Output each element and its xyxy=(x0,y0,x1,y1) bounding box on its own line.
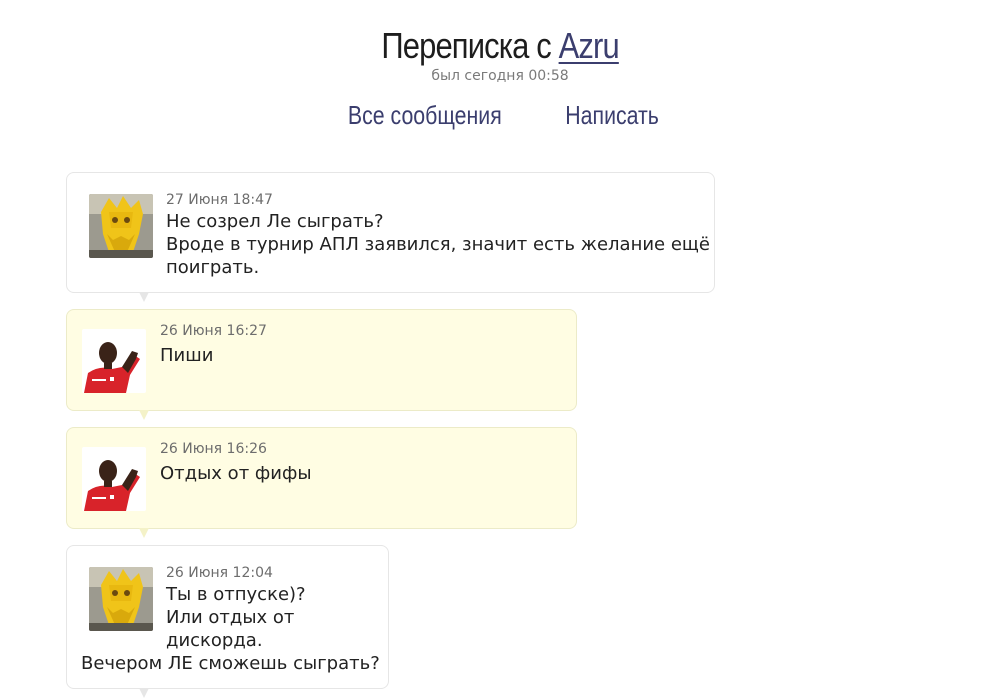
conversation-header: Переписка с Azru был сегодня 00:58 xyxy=(0,22,1000,84)
conversation-nav: Все сообщения Написать xyxy=(0,100,1000,131)
user-avatar[interactable] xyxy=(82,329,146,393)
user-avatar[interactable] xyxy=(82,447,146,511)
last-seen-status: был сегодня 00:58 xyxy=(431,68,569,84)
all-messages-link[interactable]: Все сообщения xyxy=(347,100,501,131)
user-avatar[interactable] xyxy=(89,194,153,258)
message-text: Не созрел Ле сыграть? Вроде в турнир АПЛ… xyxy=(166,210,710,279)
message-text: Вечером ЛЕ сможешь сыграть? xyxy=(81,652,380,675)
message-line: Вечером ЛЕ сможешь сыграть? xyxy=(81,653,380,674)
message-item: 26 Июня 16:26 Отдых от фифы xyxy=(66,427,577,538)
message-line: Не созрел Ле сыграть? xyxy=(166,211,384,232)
footballer-avatar-icon xyxy=(82,447,146,511)
message-date: 26 Июня 16:26 xyxy=(160,441,267,457)
message-item: 27 Июня 18:47 Не созрел Ле сыграть? Врод… xyxy=(66,172,715,302)
message-line: Пиши xyxy=(160,345,214,366)
message-line: Отдых от фифы xyxy=(160,463,312,484)
yellow-mask-avatar-icon xyxy=(89,567,153,631)
message-text: Ты в отпуске)? Или отдых от дискорда. xyxy=(166,583,306,652)
message-text: Отдых от фифы xyxy=(160,462,312,485)
message-item: 26 Июня 12:04 Ты в отпуске)? Или отдых о… xyxy=(66,545,389,698)
user-profile-link[interactable]: Azru xyxy=(559,25,620,66)
message-item: 26 Июня 16:27 Пиши xyxy=(66,309,577,420)
message-text: Пиши xyxy=(160,344,213,367)
user-avatar[interactable] xyxy=(89,567,153,631)
message-line: поиграть. xyxy=(166,257,260,278)
message-date: 27 Июня 18:47 xyxy=(166,192,273,208)
message-line: Или отдых от xyxy=(166,607,295,628)
yellow-mask-avatar-icon xyxy=(89,194,153,258)
write-message-link[interactable]: Написать xyxy=(566,100,660,131)
title-prefix: Переписка с xyxy=(381,25,551,66)
page-title: Переписка с Azru xyxy=(381,22,620,70)
message-line: Вроде в турнир АПЛ заявился, значит есть… xyxy=(166,234,710,255)
message-line: Ты в отпуске)? xyxy=(166,584,306,605)
message-date: 26 Июня 16:27 xyxy=(160,323,267,339)
message-date: 26 Июня 12:04 xyxy=(166,565,273,581)
footballer-avatar-icon xyxy=(82,329,146,393)
message-line: дискорда. xyxy=(166,630,263,651)
